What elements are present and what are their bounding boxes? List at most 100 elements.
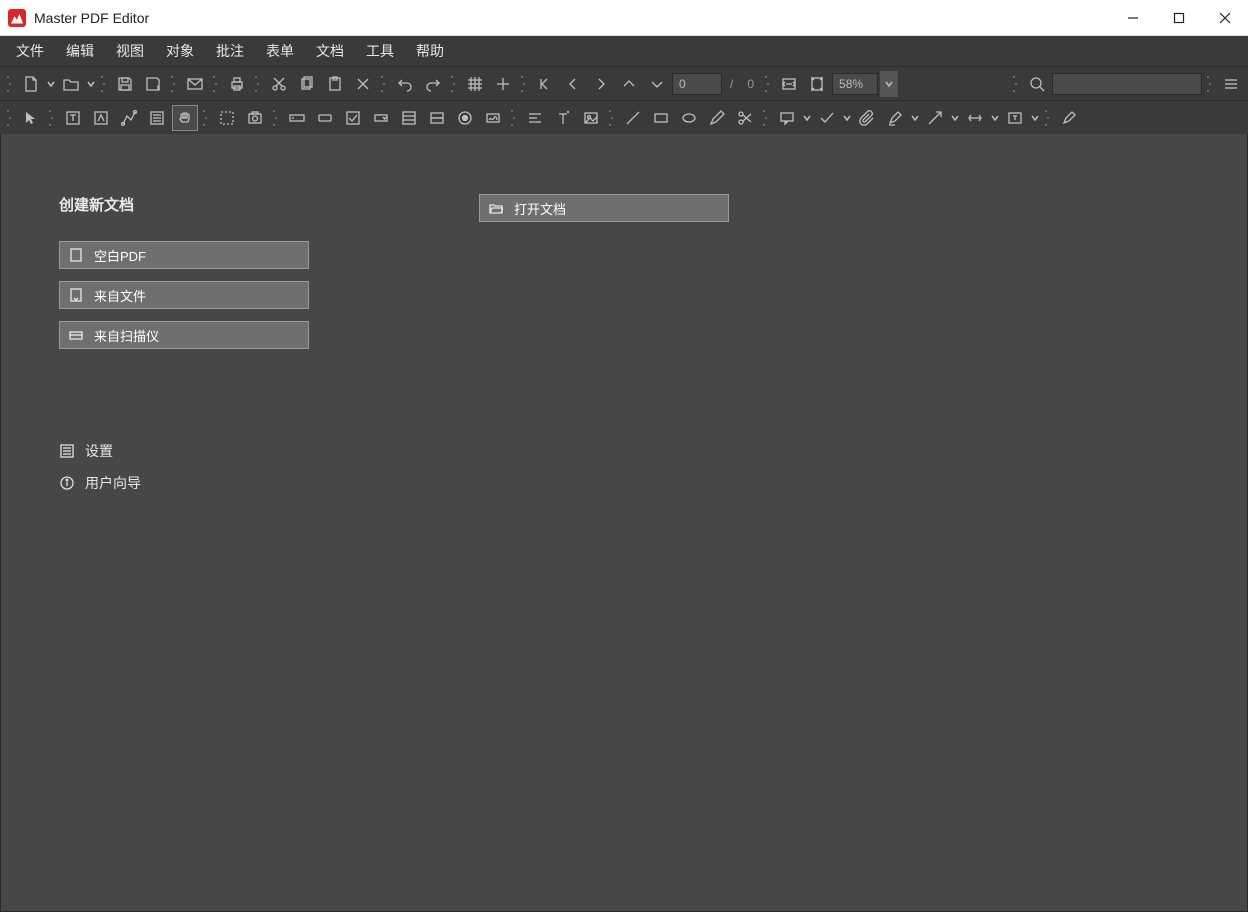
from-scanner-button[interactable]: 来自扫描仪 — [59, 321, 309, 349]
maximize-button[interactable] — [1156, 0, 1202, 36]
snap-icon[interactable] — [490, 71, 516, 97]
delete-icon[interactable] — [350, 71, 376, 97]
arrow-annot-icon[interactable] — [922, 105, 948, 131]
menu-edit[interactable]: 编辑 — [56, 37, 104, 65]
print-icon[interactable] — [224, 71, 250, 97]
check-annot-icon[interactable] — [814, 105, 840, 131]
next-page-icon[interactable] — [588, 71, 614, 97]
grid-icon[interactable] — [462, 71, 488, 97]
radio-icon[interactable] — [452, 105, 478, 131]
line-tool-icon[interactable] — [620, 105, 646, 131]
search-input[interactable] — [1052, 73, 1202, 95]
toolbar-grip[interactable] — [765, 73, 771, 95]
menu-document[interactable]: 文档 — [306, 37, 354, 65]
guide-link[interactable]: 用户向导 — [59, 473, 309, 493]
toolbar-grip[interactable] — [7, 73, 13, 95]
menu-help[interactable]: 帮助 — [406, 37, 454, 65]
eraser-icon[interactable] — [1056, 105, 1082, 131]
button-field-icon[interactable] — [312, 105, 338, 131]
toolbar-grip[interactable] — [451, 73, 457, 95]
open-dropdown[interactable] — [86, 71, 96, 97]
note-dropdown[interactable] — [802, 105, 812, 131]
edit-object-icon[interactable] — [88, 105, 114, 131]
toolbar-grip[interactable] — [521, 73, 527, 95]
signature-icon[interactable] — [480, 105, 506, 131]
combobox-icon[interactable] — [424, 105, 450, 131]
from-file-button[interactable]: 来自文件 — [59, 281, 309, 309]
redo-icon[interactable] — [420, 71, 446, 97]
open-doc-button[interactable]: 打开文档 — [479, 194, 729, 222]
open-folder-icon[interactable] — [58, 71, 84, 97]
check-dropdown[interactable] — [842, 105, 852, 131]
textbox-annot-icon[interactable] — [1002, 105, 1028, 131]
hand-tool-icon[interactable] — [172, 105, 198, 131]
note-icon[interactable] — [774, 105, 800, 131]
close-button[interactable] — [1202, 0, 1248, 36]
menu-file[interactable]: 文件 — [6, 37, 54, 65]
cut-icon[interactable] — [266, 71, 292, 97]
toolbar-grip[interactable] — [1045, 107, 1051, 129]
toolbar-grip[interactable] — [49, 107, 55, 129]
listbox-icon[interactable] — [396, 105, 422, 131]
form-editor-icon[interactable] — [144, 105, 170, 131]
edit-vector-icon[interactable] — [116, 105, 142, 131]
rect-tool-icon[interactable] — [648, 105, 674, 131]
scissors-tool-icon[interactable] — [732, 105, 758, 131]
page-number-input[interactable] — [672, 73, 722, 95]
minimize-button[interactable] — [1110, 0, 1156, 36]
toolbar-grip[interactable] — [273, 107, 279, 129]
highlight-icon[interactable] — [882, 105, 908, 131]
prev-page-icon[interactable] — [560, 71, 586, 97]
save-icon[interactable] — [112, 71, 138, 97]
toolbar-grip[interactable] — [203, 107, 209, 129]
menu-view[interactable]: 视图 — [106, 37, 154, 65]
align-icon[interactable] — [522, 105, 548, 131]
copy-icon[interactable] — [294, 71, 320, 97]
toolbar-grip[interactable] — [255, 73, 261, 95]
pencil-tool-icon[interactable] — [704, 105, 730, 131]
undo-icon[interactable] — [392, 71, 418, 97]
attachment-icon[interactable] — [854, 105, 880, 131]
zoom-dropdown[interactable] — [880, 71, 898, 97]
zoom-input[interactable] — [832, 73, 878, 95]
dimension-icon[interactable] — [962, 105, 988, 131]
paste-icon[interactable] — [322, 71, 348, 97]
edit-text-icon[interactable] — [60, 105, 86, 131]
add-image-icon[interactable] — [578, 105, 604, 131]
menu-tools[interactable]: 工具 — [356, 37, 404, 65]
toolbar-grip[interactable] — [1013, 73, 1019, 95]
select-area-icon[interactable] — [214, 105, 240, 131]
save-as-icon[interactable] — [140, 71, 166, 97]
toolbar-grip[interactable] — [609, 107, 615, 129]
dropdown-field-icon[interactable] — [368, 105, 394, 131]
settings-link[interactable]: 设置 — [59, 441, 309, 461]
checkbox-icon[interactable] — [340, 105, 366, 131]
new-file-dropdown[interactable] — [46, 71, 56, 97]
fit-page-icon[interactable] — [804, 71, 830, 97]
search-icon[interactable] — [1024, 71, 1050, 97]
snapshot-icon[interactable] — [242, 105, 268, 131]
mail-icon[interactable] — [182, 71, 208, 97]
toolbar-grip[interactable] — [1207, 73, 1213, 95]
pointer-icon[interactable] — [18, 105, 44, 131]
new-file-icon[interactable] — [18, 71, 44, 97]
down-icon[interactable] — [644, 71, 670, 97]
up-icon[interactable] — [616, 71, 642, 97]
menu-forms[interactable]: 表单 — [256, 37, 304, 65]
fit-width-icon[interactable] — [776, 71, 802, 97]
menu-object[interactable]: 对象 — [156, 37, 204, 65]
toolbar-grip[interactable] — [101, 73, 107, 95]
arrow-dropdown[interactable] — [950, 105, 960, 131]
dimension-dropdown[interactable] — [990, 105, 1000, 131]
ellipse-tool-icon[interactable] — [676, 105, 702, 131]
toolbar-grip[interactable] — [7, 107, 13, 129]
text-field-icon[interactable] — [284, 105, 310, 131]
toolbar-grip[interactable] — [381, 73, 387, 95]
toolbar-grip[interactable] — [511, 107, 517, 129]
first-page-icon[interactable] — [532, 71, 558, 97]
toolbar-grip[interactable] — [171, 73, 177, 95]
toolbar-grip[interactable] — [763, 107, 769, 129]
add-text-icon[interactable] — [550, 105, 576, 131]
textbox-dropdown[interactable] — [1030, 105, 1040, 131]
menu-lines-icon[interactable] — [1218, 71, 1244, 97]
